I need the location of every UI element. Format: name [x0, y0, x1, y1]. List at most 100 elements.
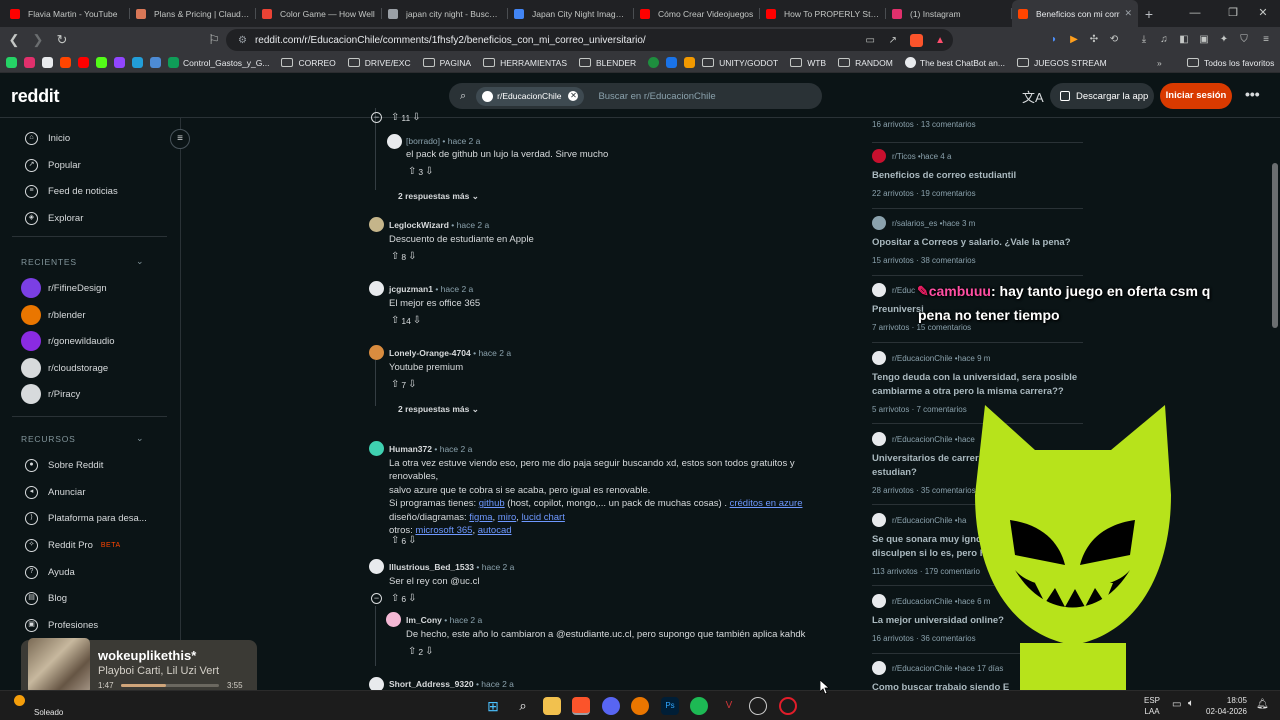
sidebar-item-developer[interactable]: ⟩ Plataforma para desa... [25, 512, 147, 525]
sidebar-item-home[interactable]: ⌂ Inicio [25, 132, 70, 145]
upvote-icon[interactable]: ⇧ [391, 593, 399, 604]
bookmark-folder[interactable]: UNITY/GODOT [702, 58, 778, 68]
browser-tab[interactable]: How To PROPERLY Start M [760, 0, 886, 27]
avatar[interactable] [369, 217, 384, 232]
upvote-icon[interactable]: ⇧ [391, 251, 399, 262]
collapse-thread-icon[interactable]: − [371, 112, 382, 123]
spotify-icon[interactable] [690, 697, 708, 715]
link-autocad[interactable]: autocad [478, 525, 512, 536]
bookmark-icon-orange[interactable] [684, 57, 696, 68]
language-indicator[interactable]: ESP LAA [1144, 695, 1160, 717]
translate-icon[interactable]: 文A [1022, 87, 1044, 106]
back-icon[interactable]: ❮ [4, 32, 24, 48]
youtube-icon[interactable] [78, 57, 89, 68]
sidebar-item-gonewildaudio[interactable]: r/gonewildaudio [21, 331, 115, 351]
twitch-icon[interactable] [114, 57, 125, 68]
sidebar-item-popular[interactable]: ↗ Popular [25, 159, 81, 172]
reddit-icon[interactable] [60, 57, 71, 68]
more-options-icon[interactable]: ••• [1245, 86, 1260, 102]
steam-icon[interactable] [749, 697, 767, 715]
bookmark-folder[interactable]: HERRAMIENTAS [483, 58, 567, 68]
more-replies-button[interactable]: 2 respuestas más ⌄ [398, 191, 479, 202]
link-figma[interactable]: figma [469, 512, 492, 523]
upvote-icon[interactable]: ⇧ [391, 379, 399, 390]
sidebar-item-help[interactable]: ? Ayuda [25, 566, 75, 579]
share-icon[interactable]: ↗ [889, 35, 897, 46]
x-icon[interactable] [42, 57, 53, 68]
url-bar[interactable]: ⚙ reddit.com/r/EducacionChile/comments/1… [226, 29, 953, 51]
login-button[interactable]: Iniciar sesión [1160, 83, 1232, 109]
upvote-icon[interactable]: ⇧ [408, 646, 416, 657]
comment-author[interactable]: Human372 • hace 2 a [389, 444, 472, 454]
comment-author[interactable]: Short_Address_9320 • hace 2 a [389, 679, 514, 689]
downvote-icon[interactable]: ⇩ [408, 593, 416, 604]
link-miro[interactable]: miro [498, 512, 516, 523]
page-scrollbar[interactable] [1270, 118, 1280, 690]
comment-author[interactable]: [borrado] • hace 2 a [406, 136, 480, 146]
sidebar-toggle-icon[interactable]: ◧ [1176, 32, 1192, 48]
downvote-icon[interactable]: ⇩ [425, 166, 433, 177]
chevron-up-icon[interactable]: ⌄ [136, 256, 144, 267]
related-post[interactable]: r/salarios_es • hace 3 m Opositar a Corr… [872, 216, 1082, 265]
maximize-button[interactable]: ❐ [1216, 0, 1250, 27]
link-lucid-chart[interactable]: lucid chart [522, 512, 565, 523]
photoshop-icon[interactable]: Ps [661, 697, 679, 715]
browser-tab[interactable]: japan city night - Buscar c [382, 0, 508, 27]
browser-tab[interactable]: Beneficios con mi corr ✕ [1012, 0, 1138, 27]
instagram-icon[interactable] [24, 57, 35, 68]
all-bookmarks[interactable]: Todos los favoritos [1187, 58, 1274, 68]
new-tab-button[interactable]: + [1138, 6, 1160, 22]
extensions-icon[interactable]: ✣ [1086, 32, 1102, 48]
play-extension-icon[interactable]: ▶ [1066, 32, 1082, 48]
collapse-sidebar-button[interactable]: ≡ [170, 129, 190, 149]
related-post[interactable]: 16 arrivotos · 13 comentarios [872, 120, 1082, 129]
bookmark-item[interactable]: Control_Gastos_y_G... [168, 57, 269, 68]
comment-author[interactable]: Lonely-Orange-4704 • hace 2 a [389, 348, 511, 358]
scrollbar-thumb[interactable] [1272, 163, 1278, 328]
network-icon[interactable]: ▭ [1172, 699, 1181, 710]
browser-tab[interactable]: Flavia Martin - YouTube [4, 0, 130, 27]
avatar[interactable] [386, 612, 401, 627]
avatar[interactable] [387, 134, 402, 149]
leo-ai-icon[interactable]: ✦ [1216, 32, 1232, 48]
comment-author[interactable]: LeglockWizard • hace 2 a [389, 220, 489, 230]
bookmark-folder[interactable]: WTB [790, 58, 826, 68]
close-tab-icon[interactable]: ✕ [1124, 8, 1132, 19]
install-icon[interactable]: ▭ [866, 35, 875, 46]
downvote-icon[interactable]: ⇩ [425, 646, 433, 657]
kick-icon[interactable] [96, 57, 107, 68]
bookmark-folder[interactable]: BLENDER [579, 58, 636, 68]
more-replies-button[interactable]: 2 respuestas más ⌄ [398, 404, 479, 415]
sidebar-item-piracy[interactable]: r/Piracy [21, 384, 80, 404]
sidebar-item-cloudstorage[interactable]: r/cloudstorage [21, 358, 108, 378]
pencil-icon[interactable] [150, 57, 161, 68]
upvote-icon[interactable]: ⇧ [391, 535, 399, 546]
close-window-button[interactable]: ✕ [1246, 0, 1280, 27]
notifications-icon[interactable]: 🔔︎ [1256, 699, 1269, 710]
telegram-icon[interactable] [132, 57, 143, 68]
minimize-button[interactable]: — [1178, 0, 1212, 27]
site-settings-icon[interactable]: ⚙ [238, 35, 247, 46]
downvote-icon[interactable]: ⇩ [413, 315, 421, 326]
wallet-icon[interactable]: ◗ [1046, 32, 1062, 48]
comment-author[interactable]: Im_Cony • hace 2 a [406, 615, 482, 625]
upvote-icon[interactable]: ⇧ [408, 166, 416, 177]
downvote-icon[interactable]: ⇩ [408, 379, 416, 390]
bookmark-folder[interactable]: DRIVE/EXC [347, 58, 411, 68]
comment-author[interactable]: jcguzman1 • hace 2 a [389, 284, 473, 294]
wallet-card-icon[interactable]: ▣ [1196, 32, 1212, 48]
link-github[interactable]: github [479, 498, 505, 509]
avatar[interactable] [369, 677, 384, 690]
valorant-icon[interactable]: V [720, 697, 738, 715]
get-app-button[interactable]: Descargar la app [1050, 83, 1154, 109]
link-azure[interactable]: créditos en azure [730, 498, 803, 509]
bookmark-folder[interactable]: CORREO [281, 58, 336, 68]
vpn-icon[interactable]: ⛉ [1236, 32, 1252, 48]
clear-chip-icon[interactable]: ✕ [568, 91, 579, 101]
download-icon[interactable]: ⤓ [1136, 32, 1152, 48]
file-explorer-icon[interactable] [543, 697, 561, 715]
volume-icon[interactable]: 🔈︎ [1188, 698, 1194, 709]
blender-icon[interactable] [631, 697, 649, 715]
link-microsoft-365[interactable]: microsoft 365 [415, 525, 472, 536]
bookmark-icon-green[interactable] [648, 57, 660, 68]
